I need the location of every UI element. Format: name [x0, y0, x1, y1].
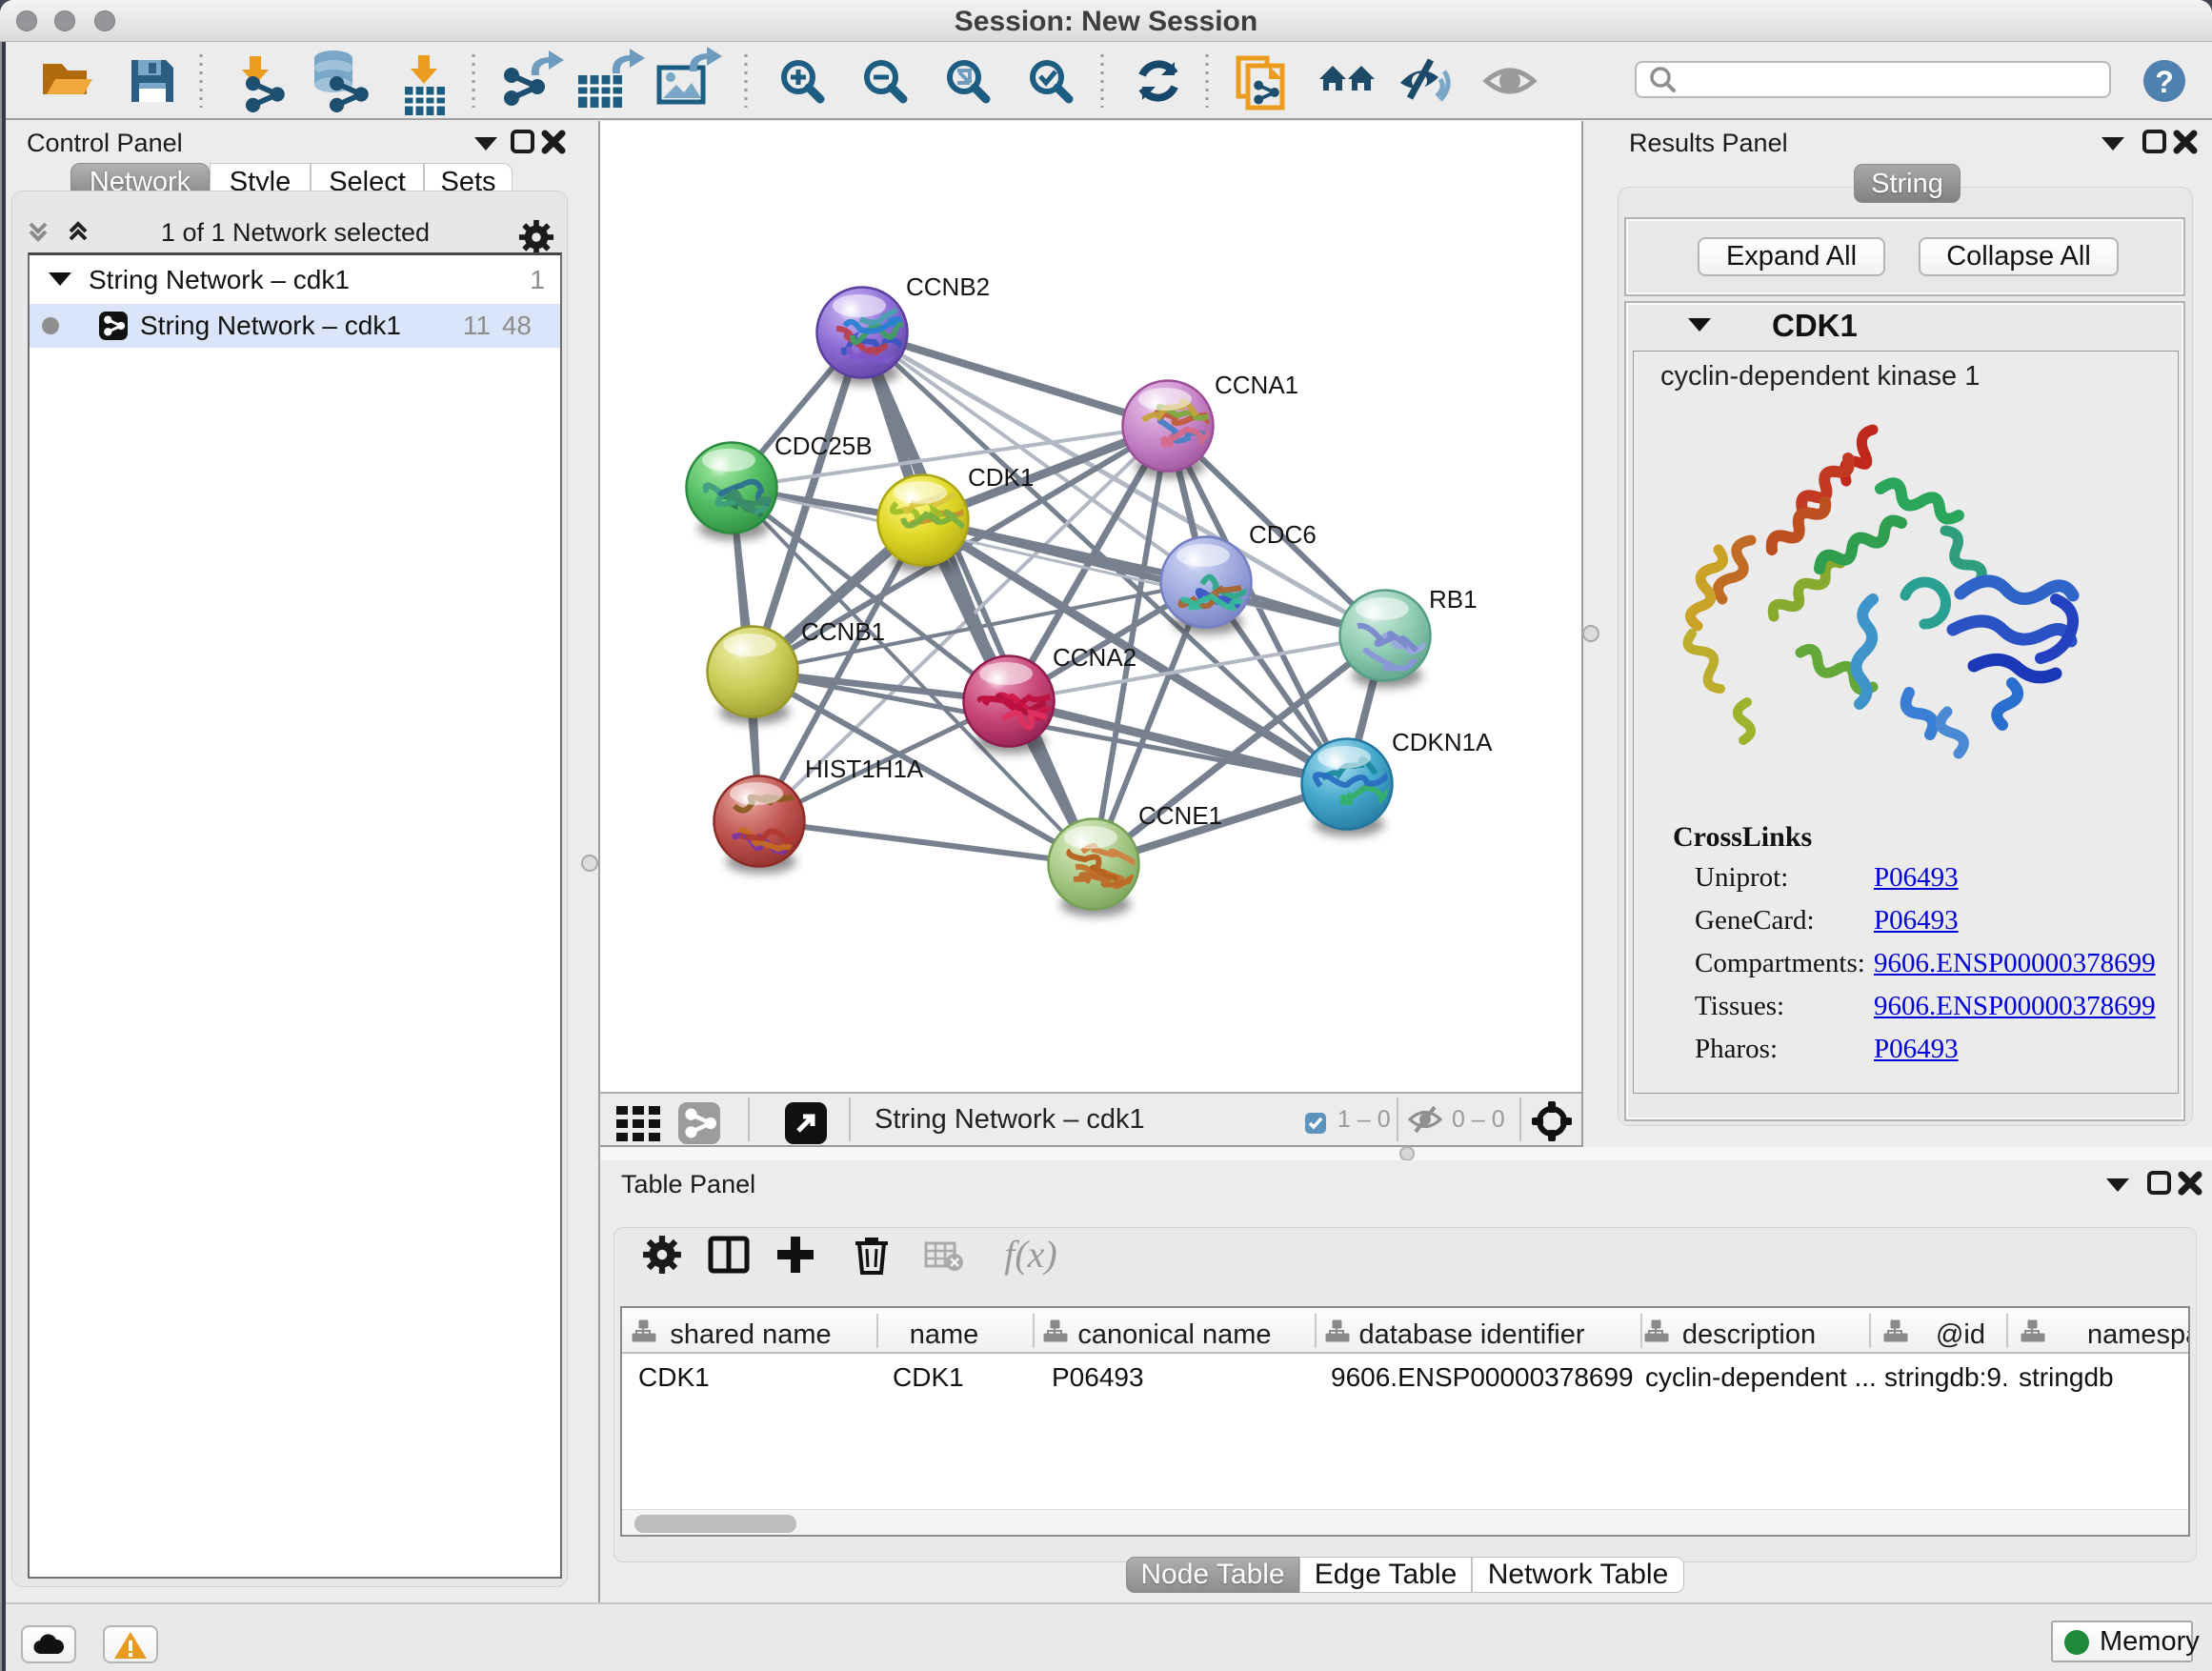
svg-text:namespace: namespace	[2087, 1319, 2188, 1350]
svg-text:CDC6: CDC6	[1249, 520, 1317, 549]
svg-text:CDK1: CDK1	[968, 463, 1034, 492]
svg-text:CCNB1: CCNB1	[801, 617, 885, 646]
svg-text:CDC25B: CDC25B	[774, 432, 873, 460]
svg-text:database identifier: database identifier	[1359, 1319, 1585, 1350]
svg-text:CCNA2: CCNA2	[1053, 643, 1136, 672]
svg-text:@id: @id	[1936, 1319, 1985, 1350]
svg-text:CCNB2: CCNB2	[906, 272, 990, 301]
svg-text:description: description	[1682, 1319, 1816, 1350]
svg-text:CCNA1: CCNA1	[1215, 371, 1298, 399]
svg-text:HIST1H1A: HIST1H1A	[805, 755, 924, 783]
svg-text:f(x): f(x)	[1004, 1233, 1057, 1276]
svg-text:name: name	[910, 1319, 979, 1350]
svg-text:shared name: shared name	[670, 1319, 831, 1350]
svg-text:?: ?	[2155, 65, 2174, 99]
svg-text:canonical name: canonical name	[1077, 1319, 1271, 1350]
svg-text:CDKN1A: CDKN1A	[1392, 728, 1493, 756]
svg-text:CCNE1: CCNE1	[1138, 801, 1222, 830]
svg-text:RB1: RB1	[1429, 585, 1478, 614]
